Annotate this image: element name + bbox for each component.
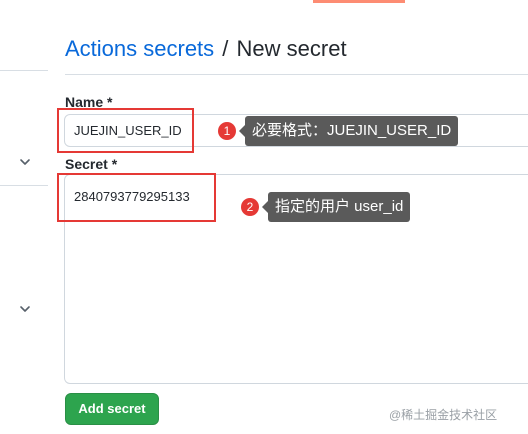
add-secret-button[interactable]: Add secret: [65, 393, 159, 425]
annotation-badge-2: 2: [241, 198, 259, 216]
sidebar-divider: [0, 185, 48, 186]
annotation-tooltip-2: 指定的用户 user_id: [261, 192, 411, 222]
breadcrumb-link-actions-secrets[interactable]: Actions secrets: [65, 36, 214, 61]
watermark: @稀土掘金技术社区: [389, 408, 498, 422]
annotation-badge-1: 1: [218, 122, 236, 140]
chevron-down-icon[interactable]: [18, 155, 32, 169]
secret-highlight-box: [57, 173, 216, 222]
chevron-down-icon[interactable]: [18, 302, 32, 316]
breadcrumb-separator: /: [222, 36, 229, 61]
secret-label: Secret *: [65, 156, 118, 172]
title-divider: [65, 74, 528, 75]
page-title: Actions secrets / New secret: [65, 36, 347, 62]
annotation-tooltip-1: 必要格式：JUEJIN_USER_ID: [238, 116, 459, 146]
name-highlight-box: [57, 108, 194, 153]
sidebar-divider: [0, 70, 48, 71]
breadcrumb-current: New secret: [236, 36, 347, 61]
active-tab-indicator: [313, 0, 405, 3]
